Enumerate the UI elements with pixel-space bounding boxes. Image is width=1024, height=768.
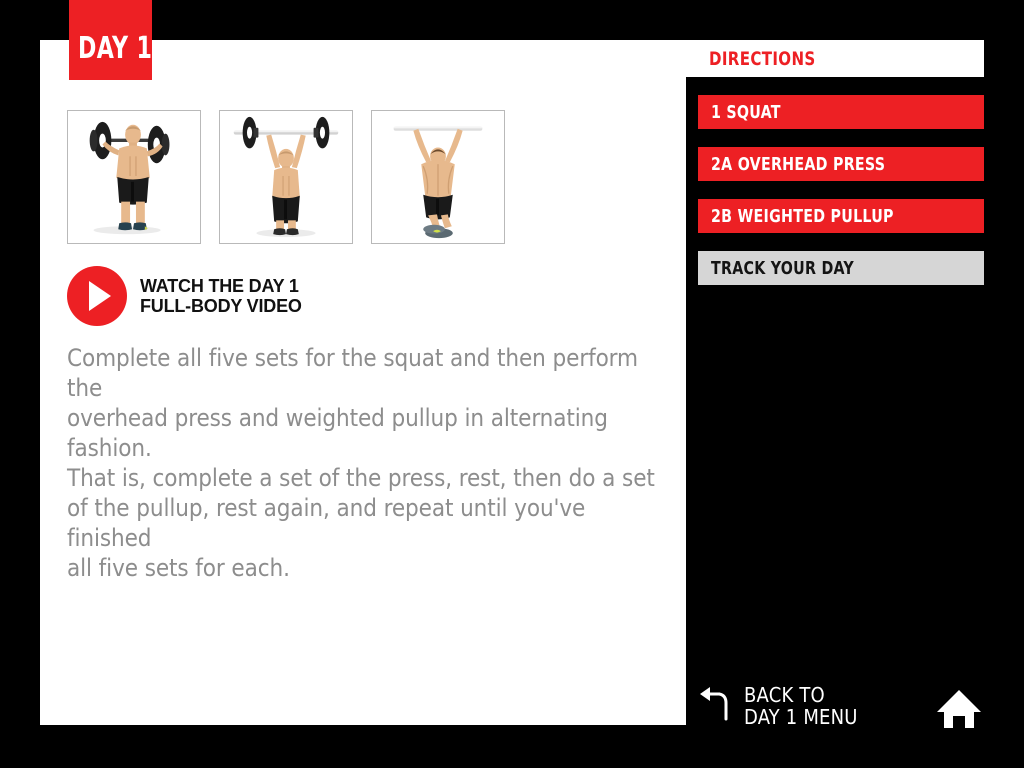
day-tab-label: DAY 1 — [78, 31, 153, 66]
sidebar-item-track-your-day[interactable]: TRACK YOUR DAY — [698, 251, 984, 285]
play-icon[interactable] — [67, 266, 127, 326]
barbell-squat-photo — [67, 110, 201, 244]
sidebar-item-overhead-press[interactable]: 2A OVERHEAD PRESS — [698, 147, 984, 181]
weighted-pullup-photo — [371, 110, 505, 244]
sidebar-item-label: 2A OVERHEAD PRESS — [711, 154, 886, 175]
home-icon — [937, 690, 981, 728]
sidebar-item-label: 2B WEIGHTED PULLUP — [711, 206, 894, 227]
back-to-menu-label: BACK TO DAY 1 MENU — [744, 683, 858, 729]
sidebar-item-label: TRACK YOUR DAY — [711, 258, 854, 279]
content-panel: WATCH THE DAY 1 FULL-BODY VIDEO Complete… — [40, 40, 686, 725]
watch-video-label: WATCH THE DAY 1 FULL-BODY VIDEO — [140, 276, 302, 316]
day-tab[interactable]: DAY 1 — [69, 0, 152, 80]
directions-header: DIRECTIONS — [686, 40, 984, 77]
home-button[interactable] — [936, 688, 982, 730]
back-to-menu-button[interactable]: BACK TO DAY 1 MENU — [698, 684, 858, 728]
back-arrow-icon — [698, 686, 734, 726]
directions-sidebar: DIRECTIONS 1 SQUAT 2A OVERHEAD PRESS 2B … — [686, 0, 1024, 768]
directions-nav-list: 1 SQUAT 2A OVERHEAD PRESS 2B WEIGHTED PU… — [698, 95, 984, 303]
app-screen: WATCH THE DAY 1 FULL-BODY VIDEO Complete… — [0, 0, 1024, 768]
directions-header-label: DIRECTIONS — [709, 48, 816, 70]
overhead-press-photo — [219, 110, 353, 244]
exercise-photo-strip — [67, 110, 505, 244]
sidebar-item-weighted-pullup[interactable]: 2B WEIGHTED PULLUP — [698, 199, 984, 233]
sidebar-item-label: 1 SQUAT — [711, 102, 781, 123]
instructions-text: Complete all five sets for the squat and… — [67, 344, 655, 582]
watch-video-link[interactable]: WATCH THE DAY 1 FULL-BODY VIDEO — [67, 266, 302, 326]
sidebar-item-squat[interactable]: 1 SQUAT — [698, 95, 984, 129]
